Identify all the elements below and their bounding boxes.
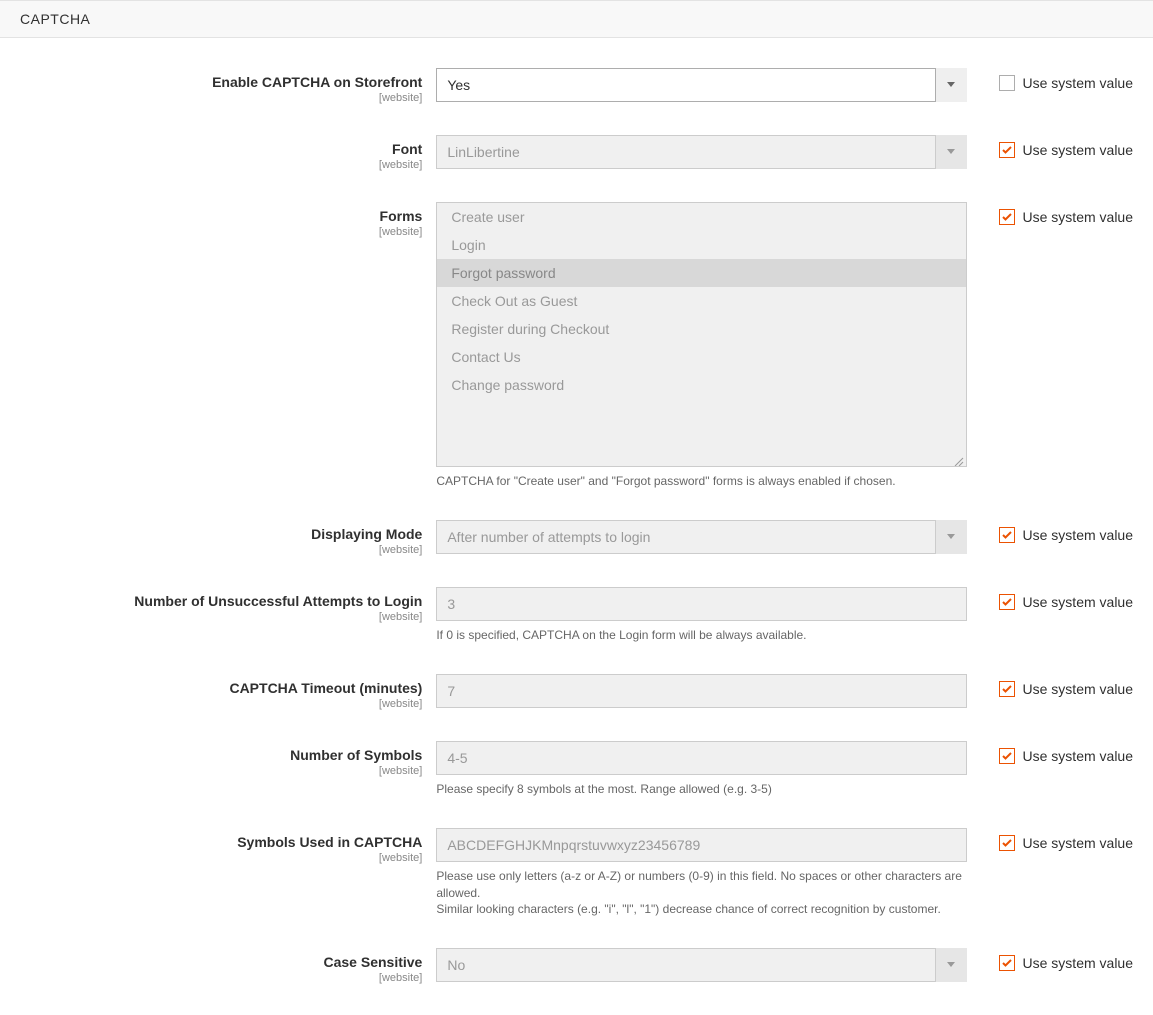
displaying-mode-select: After number of attempts to login — [436, 520, 966, 554]
field-label: Number of Unsuccessful Attempts to Login — [20, 593, 422, 610]
use-system-checkbox-num-symbols[interactable] — [999, 748, 1015, 764]
field-forms: Forms [website] Create user Login Forgot… — [20, 202, 1133, 490]
use-system-label: Use system value — [1023, 527, 1133, 543]
field-font: Font [website] LinLibertine Use system v… — [20, 135, 1133, 172]
section-header[interactable]: CAPTCHA — [0, 0, 1153, 38]
use-system-checkbox-symbols-used[interactable] — [999, 835, 1015, 851]
field-label: Case Sensitive — [20, 954, 422, 971]
chevron-down-icon — [935, 135, 967, 169]
multiselect-option: Check Out as Guest — [437, 287, 965, 315]
field-scope: [website] — [20, 851, 422, 865]
use-system-label: Use system value — [1023, 835, 1133, 851]
field-label: Enable CAPTCHA on Storefront — [20, 74, 422, 91]
use-system-label: Use system value — [1023, 681, 1133, 697]
chevron-down-icon — [935, 68, 967, 102]
section-title: CAPTCHA — [20, 11, 90, 27]
use-system-checkbox-font[interactable] — [999, 142, 1015, 158]
enable-captcha-select[interactable]: Yes — [436, 68, 966, 102]
use-system-label: Use system value — [1023, 142, 1133, 158]
chevron-down-icon — [935, 520, 967, 554]
chevron-down-icon — [935, 948, 967, 982]
timeout-input — [436, 674, 966, 708]
field-label: Forms — [20, 208, 422, 225]
use-system-label: Use system value — [1023, 955, 1133, 971]
forms-multiselect: Create user Login Forgot password Check … — [436, 202, 966, 467]
field-label: Font — [20, 141, 422, 158]
use-system-label: Use system value — [1023, 209, 1133, 225]
field-scope: [website] — [20, 225, 422, 239]
multiselect-option: Contact Us — [437, 343, 965, 371]
use-system-checkbox-forms[interactable] — [999, 209, 1015, 225]
field-case-sensitive: Case Sensitive [website] No Use system v… — [20, 948, 1133, 985]
field-scope: [website] — [20, 91, 422, 105]
field-hint: Please use only letters (a-z or A-Z) or … — [436, 868, 966, 918]
field-scope: [website] — [20, 971, 422, 985]
case-sensitive-select: No — [436, 948, 966, 982]
field-scope: [website] — [20, 610, 422, 624]
field-num-symbols: Number of Symbols [website] Please speci… — [20, 741, 1133, 798]
field-scope: [website] — [20, 697, 422, 711]
multiselect-option: Register during Checkout — [437, 315, 965, 343]
field-label: Number of Symbols — [20, 747, 422, 764]
resize-handle-icon[interactable] — [954, 454, 964, 464]
field-hint: CAPTCHA for "Create user" and "Forgot pa… — [436, 473, 966, 490]
use-system-label: Use system value — [1023, 594, 1133, 610]
field-label: CAPTCHA Timeout (minutes) — [20, 680, 422, 697]
use-system-checkbox-enable[interactable] — [999, 75, 1015, 91]
field-label: Displaying Mode — [20, 526, 422, 543]
multiselect-option: Forgot password — [437, 259, 965, 287]
field-scope: [website] — [20, 543, 422, 557]
multiselect-option: Login — [437, 231, 965, 259]
field-hint: Please specify 8 symbols at the most. Ra… — [436, 781, 966, 798]
font-select: LinLibertine — [436, 135, 966, 169]
field-hint: If 0 is specified, CAPTCHA on the Login … — [436, 627, 966, 644]
field-scope: [website] — [20, 764, 422, 778]
use-system-label: Use system value — [1023, 75, 1133, 91]
multiselect-option: Change password — [437, 371, 965, 399]
form-container: Enable CAPTCHA on Storefront [website] Y… — [0, 38, 1153, 1015]
use-system-checkbox-num-attempts[interactable] — [999, 594, 1015, 610]
field-scope: [website] — [20, 158, 422, 172]
use-system-checkbox-timeout[interactable] — [999, 681, 1015, 697]
field-symbols-used: Symbols Used in CAPTCHA [website] Please… — [20, 828, 1133, 918]
num-attempts-input — [436, 587, 966, 621]
multiselect-option: Create user — [437, 203, 965, 231]
field-displaying-mode: Displaying Mode [website] After number o… — [20, 520, 1133, 557]
field-enable-captcha: Enable CAPTCHA on Storefront [website] Y… — [20, 68, 1133, 105]
use-system-checkbox-case-sensitive[interactable] — [999, 955, 1015, 971]
use-system-checkbox-displaying-mode[interactable] — [999, 527, 1015, 543]
field-timeout: CAPTCHA Timeout (minutes) [website] Use … — [20, 674, 1133, 711]
field-num-attempts: Number of Unsuccessful Attempts to Login… — [20, 587, 1133, 644]
num-symbols-input — [436, 741, 966, 775]
field-label: Symbols Used in CAPTCHA — [20, 834, 422, 851]
use-system-label: Use system value — [1023, 748, 1133, 764]
